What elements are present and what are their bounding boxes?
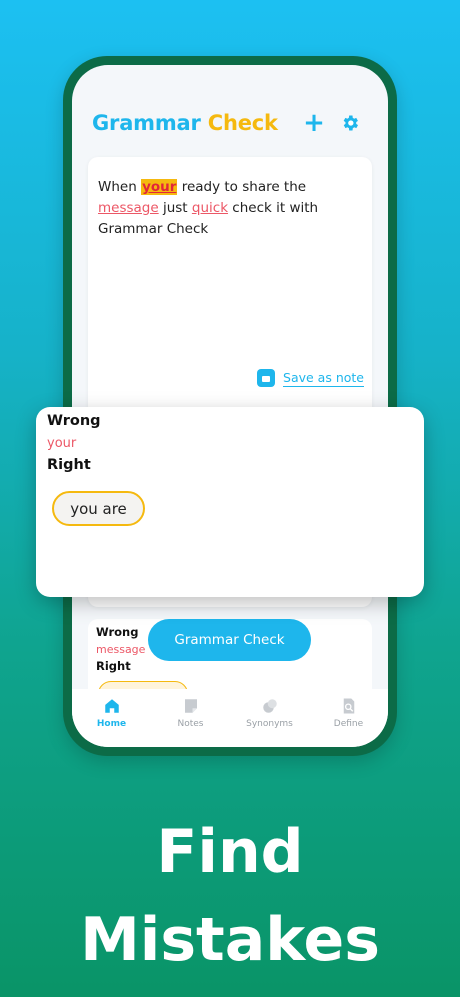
error-word[interactable]: quick (192, 200, 228, 216)
phone-frame: Grammar Check + When your ready to share… (63, 56, 397, 756)
add-button[interactable]: + (300, 109, 328, 137)
correction-popup: Wrong your Right you are (36, 407, 424, 597)
tab-home[interactable]: Home (77, 697, 147, 729)
text-segment: just (158, 200, 192, 216)
app-title: Grammar Check (92, 111, 278, 135)
define-icon (343, 698, 354, 714)
tab-label: Define (333, 719, 364, 729)
wrong-label: Wrong (96, 625, 139, 639)
note-icon (257, 369, 276, 387)
wrong-word: message (96, 643, 146, 656)
tab-label: Synonyms (246, 719, 293, 729)
error-word-highlighted[interactable]: your (141, 179, 178, 195)
app-title-part2: Check (207, 111, 278, 135)
caption-line-1: Find (156, 817, 304, 887)
tab-label: Notes (177, 719, 204, 729)
app-header: Grammar Check + (84, 103, 376, 143)
caption-line-2: Mistakes (80, 905, 380, 975)
synonyms-icon (262, 699, 277, 713)
plus-icon: + (303, 108, 325, 138)
tab-label: Home (96, 719, 127, 729)
app-title-part1: Grammar (92, 111, 201, 135)
settings-button[interactable] (336, 109, 364, 137)
tab-synonyms[interactable]: Synonyms (235, 697, 305, 729)
right-label: Right (47, 457, 91, 473)
text-segment: ready to share the (177, 179, 307, 195)
save-as-note-button[interactable]: Save as note (257, 369, 364, 387)
right-label: Right (96, 659, 131, 673)
bottom-tab-bar: Home Notes Synonyms Define (72, 689, 388, 747)
save-as-note-label: Save as note (283, 369, 364, 387)
wrong-word: your (47, 436, 77, 451)
grammar-check-button[interactable]: Grammar Check (148, 619, 311, 661)
promo-caption: Find Mistakes (0, 808, 460, 984)
tab-define[interactable]: Define (314, 697, 384, 729)
tab-notes[interactable]: Notes (156, 697, 226, 729)
wrong-label: Wrong (47, 413, 101, 429)
editor-text[interactable]: When your ready to share the message jus… (98, 177, 364, 240)
gear-icon (343, 115, 358, 131)
error-word[interactable]: message (98, 200, 159, 216)
notes-icon (184, 699, 197, 713)
app-screen: Grammar Check + When your ready to share… (72, 65, 388, 747)
home-icon (104, 699, 119, 713)
text-segment: When (98, 179, 142, 195)
suggestion-chip[interactable]: you are (52, 491, 145, 526)
